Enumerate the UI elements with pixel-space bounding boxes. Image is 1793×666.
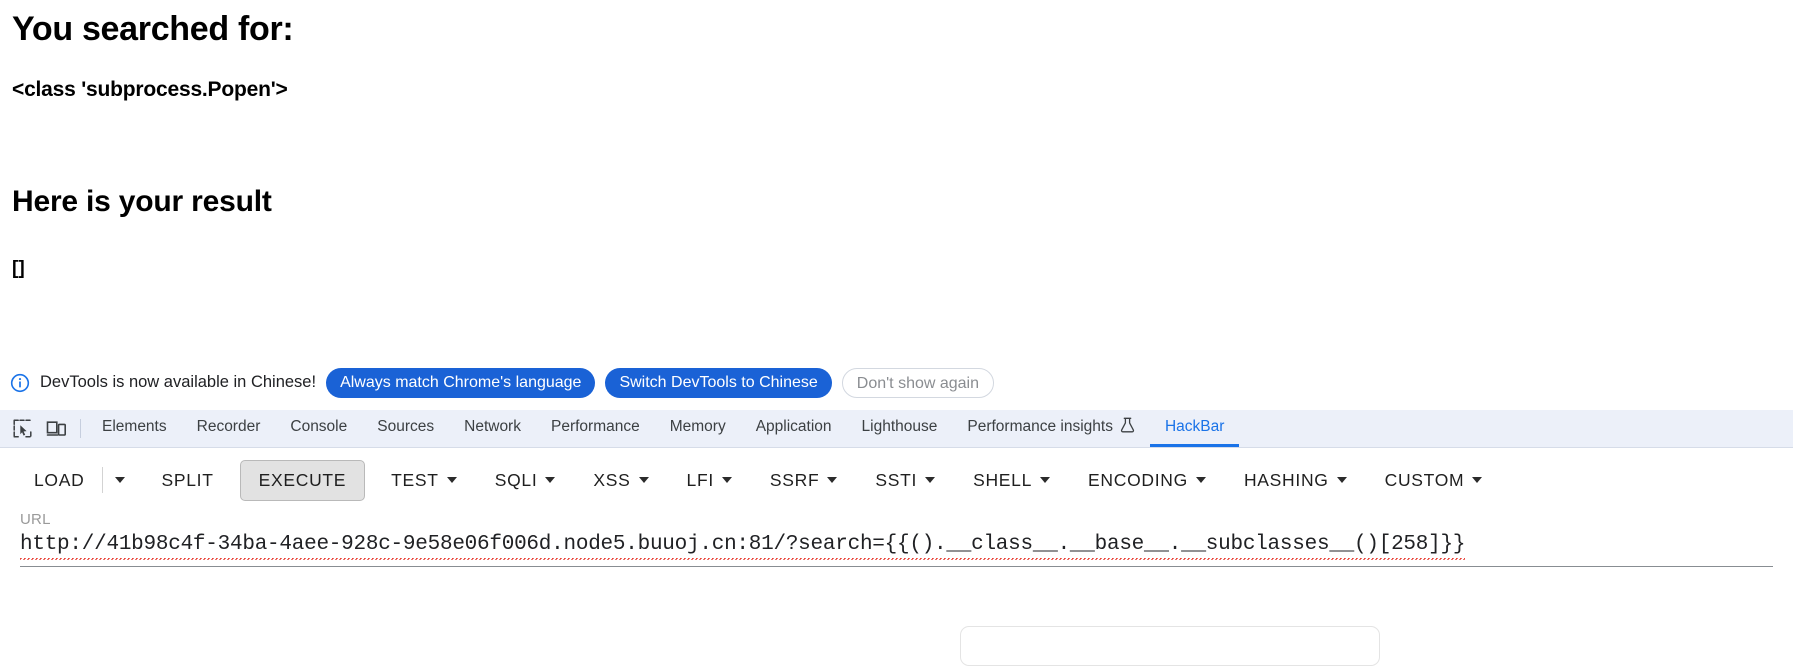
tab-console[interactable]: Console bbox=[275, 410, 362, 447]
tab-label: HackBar bbox=[1164, 418, 1225, 435]
menu-label: CUSTOM bbox=[1384, 469, 1465, 490]
chevron-down-icon bbox=[115, 477, 126, 483]
tab-label: Console bbox=[290, 418, 348, 435]
chevron-down-icon bbox=[827, 477, 838, 483]
tab-recorder[interactable]: Recorder bbox=[182, 410, 276, 447]
notification-message: DevTools is now available in Chinese! bbox=[40, 373, 317, 391]
tab-memory[interactable]: Memory bbox=[655, 410, 741, 447]
chevron-down-icon bbox=[1336, 477, 1347, 483]
searched-value-text: <class 'subprocess.Popen'> bbox=[12, 78, 288, 101]
url-section: URL http://41b98c4f-34ba-4aee-928c-9e58e… bbox=[0, 511, 1793, 567]
chevron-down-icon bbox=[638, 477, 649, 483]
tab-network[interactable]: Network bbox=[449, 410, 536, 447]
encoding-menu-button[interactable]: ENCODING bbox=[1076, 461, 1218, 500]
page-title-searched-for: You searched for: bbox=[12, 10, 294, 48]
tab-label: Recorder bbox=[196, 418, 261, 435]
chevron-down-icon bbox=[1040, 477, 1051, 483]
hackbar-lower-panel bbox=[0, 600, 1793, 666]
inspect-element-icon[interactable] bbox=[5, 410, 39, 447]
info-circle-icon bbox=[10, 373, 30, 393]
split-button[interactable]: SPLIT bbox=[149, 461, 225, 500]
url-input-value: http://41b98c4f-34ba-4aee-928c-9e58e06f0… bbox=[20, 533, 1465, 560]
tab-label: Elements bbox=[102, 418, 167, 435]
tab-hackbar[interactable]: HackBar bbox=[1149, 410, 1240, 447]
web-page-content: You searched for: <class 'subprocess.Pop… bbox=[0, 0, 1793, 355]
dont-show-again-button[interactable]: Don't show again bbox=[841, 367, 995, 398]
tab-label: Memory bbox=[669, 418, 726, 435]
chevron-down-icon bbox=[1195, 477, 1206, 483]
flask-icon bbox=[1120, 417, 1135, 438]
shell-menu-button[interactable]: SHELL bbox=[961, 461, 1062, 500]
result-value-text: [] bbox=[12, 258, 25, 279]
test-menu-button[interactable]: TEST bbox=[379, 461, 469, 500]
chevron-down-icon bbox=[545, 477, 556, 483]
url-input[interactable]: http://41b98c4f-34ba-4aee-928c-9e58e06f0… bbox=[20, 533, 1773, 567]
tab-elements[interactable]: Elements bbox=[87, 410, 182, 447]
tab-performance[interactable]: Performance bbox=[536, 410, 655, 447]
tab-lighthouse[interactable]: Lighthouse bbox=[847, 410, 953, 447]
menu-label: ENCODING bbox=[1088, 469, 1188, 490]
chevron-down-icon bbox=[1472, 477, 1483, 483]
tab-label: Lighthouse bbox=[861, 418, 938, 435]
sqli-menu-button[interactable]: SQLI bbox=[483, 461, 568, 500]
device-toolbar-icon[interactable] bbox=[39, 410, 73, 447]
ssrf-menu-button[interactable]: SSRF bbox=[758, 461, 849, 500]
tab-application[interactable]: Application bbox=[741, 410, 847, 447]
menu-label: XSS bbox=[593, 469, 631, 490]
hackbar-toolbar: LOAD SPLIT EXECUTE TEST SQLI XSS LFI SSR… bbox=[0, 449, 1793, 511]
chevron-down-icon bbox=[925, 477, 936, 483]
switch-devtools-language-button[interactable]: Switch DevTools to Chinese bbox=[605, 367, 832, 398]
result-heading: Here is your result bbox=[12, 185, 272, 218]
menu-label: TEST bbox=[391, 469, 439, 490]
chevron-down-icon bbox=[721, 477, 732, 483]
always-match-language-button[interactable]: Always match Chrome's language bbox=[326, 367, 596, 398]
tab-performance-insights[interactable]: Performance insights bbox=[952, 410, 1150, 447]
tab-label: Performance bbox=[550, 418, 640, 435]
url-field-label: URL bbox=[20, 511, 51, 528]
menu-label: SQLI bbox=[494, 469, 538, 490]
ssti-menu-button[interactable]: SSTI bbox=[863, 461, 947, 500]
menu-label: SSRF bbox=[769, 469, 820, 490]
lfi-menu-button[interactable]: LFI bbox=[675, 461, 744, 500]
toolbar-separator bbox=[80, 419, 81, 438]
menu-label: HASHING bbox=[1243, 469, 1329, 490]
load-divider bbox=[102, 467, 104, 493]
tab-label: Sources bbox=[377, 418, 435, 435]
menu-label: SSTI bbox=[875, 469, 918, 490]
load-button[interactable]: LOAD bbox=[22, 461, 96, 500]
execute-button[interactable]: EXECUTE bbox=[239, 459, 366, 501]
tab-label: Network bbox=[464, 418, 521, 435]
xss-menu-button[interactable]: XSS bbox=[581, 461, 660, 500]
devtools-tab-bar: Elements Recorder Console Sources Networ… bbox=[0, 410, 1793, 448]
menu-label: LFI bbox=[686, 469, 714, 490]
tab-label: Application bbox=[755, 418, 832, 435]
menu-label: SHELL bbox=[973, 469, 1033, 490]
tab-label: Performance insights bbox=[967, 418, 1113, 435]
load-dropdown-button[interactable] bbox=[105, 469, 135, 491]
chevron-down-icon bbox=[446, 477, 457, 483]
tab-sources[interactable]: Sources bbox=[362, 410, 449, 447]
hashing-menu-button[interactable]: HASHING bbox=[1232, 461, 1359, 500]
post-data-field[interactable] bbox=[960, 626, 1380, 666]
load-button-group: LOAD bbox=[22, 461, 135, 500]
devtools-language-notification: DevTools is now available in Chinese! Al… bbox=[0, 355, 1793, 410]
custom-menu-button[interactable]: CUSTOM bbox=[1373, 461, 1495, 500]
